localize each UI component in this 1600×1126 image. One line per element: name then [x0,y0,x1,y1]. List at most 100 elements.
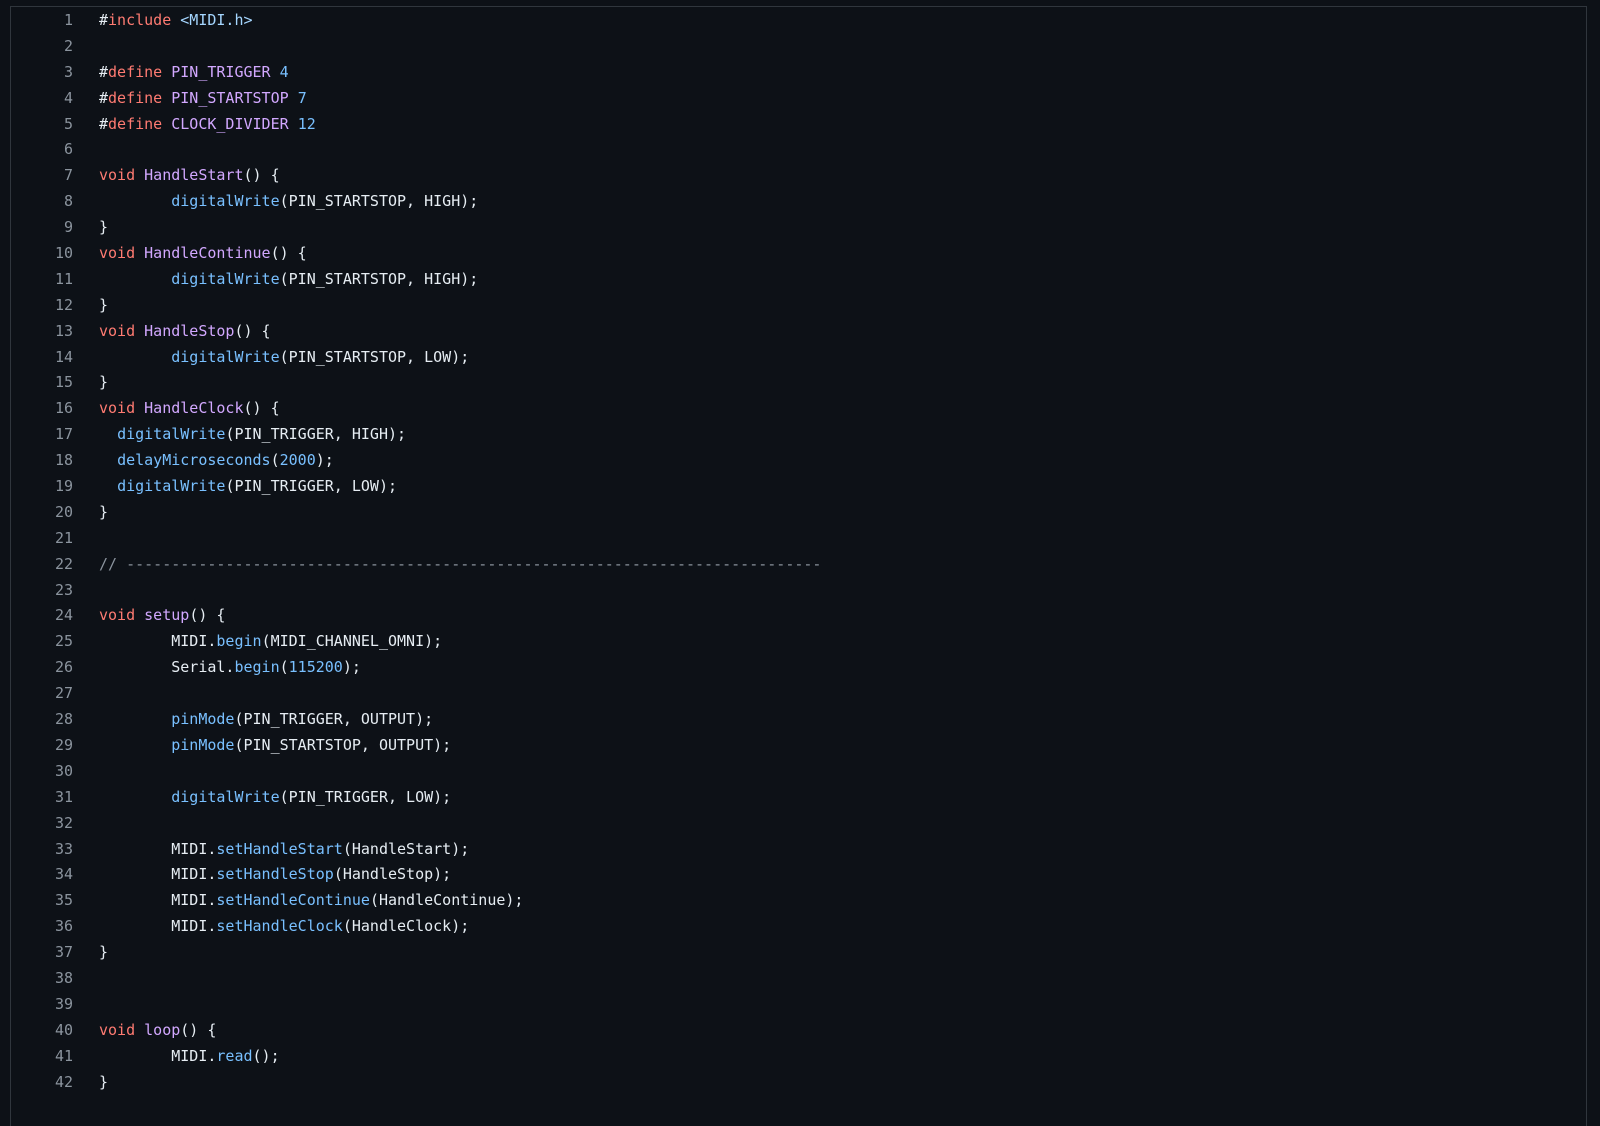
code-token: pinMode [171,710,235,729]
line-content: digitalWrite(PIN_STARTSTOP, LOW); [99,345,469,371]
code-token: digitalWrite [117,477,226,496]
line-number[interactable]: 17 [11,422,73,448]
line-number[interactable]: 24 [11,603,73,629]
code-token: ); [315,451,334,470]
line-number[interactable]: 28 [11,707,73,733]
line-number[interactable]: 27 [11,681,73,707]
line-number[interactable]: 19 [11,474,73,500]
line-number[interactable]: 42 [11,1070,73,1096]
code-token: PIN_STARTSTOP [171,88,289,107]
line-content: } [99,1070,108,1096]
line-number[interactable]: 25 [11,629,73,655]
line-number[interactable]: 9 [11,215,73,241]
line-content: pinMode(PIN_STARTSTOP, OUTPUT); [99,733,451,759]
line-number[interactable]: 4 [11,86,73,112]
line-number[interactable]: 5 [11,112,73,138]
code-token: ); [342,658,361,677]
code-token: setHandleContinue [216,891,370,910]
line-number[interactable]: 6 [11,137,73,163]
code-token: digitalWrite [171,787,280,806]
code-token: setHandleStop [216,865,334,884]
line-number[interactable]: 23 [11,578,73,604]
code-token: define [108,88,163,107]
line-number[interactable]: 33 [11,837,73,863]
code-token: digitalWrite [117,425,226,444]
code-token: digitalWrite [171,269,280,288]
line-content: pinMode(PIN_TRIGGER, OUTPUT); [99,707,433,733]
code-token: setHandleClock [216,917,343,936]
code-token: 4 [279,62,289,81]
code-token: CLOCK_DIVIDER [171,114,289,133]
code-token: # [99,114,109,133]
line-content: } [99,293,108,319]
line-number[interactable]: 35 [11,888,73,914]
line-number[interactable]: 3 [11,60,73,86]
code-token: ( [279,658,289,677]
line-content: void HandleClock() { [99,396,280,422]
line-number[interactable]: 20 [11,500,73,526]
line-number[interactable]: 13 [11,319,73,345]
line-number[interactable]: 38 [11,966,73,992]
line-number[interactable]: 10 [11,241,73,267]
line-content: digitalWrite(PIN_STARTSTOP, HIGH); [99,267,478,293]
code-token: include [108,11,172,29]
line-number[interactable]: 30 [11,759,73,785]
line-number[interactable]: 39 [11,992,73,1018]
line-number[interactable]: 21 [11,526,73,552]
line-number[interactable]: 22 [11,552,73,578]
code-token: void [99,244,136,263]
line-content: digitalWrite(PIN_TRIGGER, LOW); [99,474,397,500]
code-token: (PIN_TRIGGER, OUTPUT); [234,710,434,729]
line-number[interactable]: 7 [11,163,73,189]
line-content: MIDI.setHandleClock(HandleClock); [99,914,469,940]
code-token: } [99,502,109,521]
code-token: pinMode [171,735,235,754]
code-token: (PIN_TRIGGER, HIGH); [225,425,407,444]
code-token: (HandleStop); [333,865,452,884]
line-number[interactable]: 31 [11,785,73,811]
line-number[interactable]: 37 [11,940,73,966]
line-number[interactable]: 29 [11,733,73,759]
code-token: PIN_TRIGGER [171,62,271,81]
code-token: MIDI. [99,632,217,651]
line-number[interactable]: 26 [11,655,73,681]
line-number[interactable]: 8 [11,189,73,215]
code-token: MIDI. [99,865,217,884]
line-number[interactable]: 14 [11,345,73,371]
line-number[interactable]: 15 [11,370,73,396]
line-number[interactable]: 1 [11,8,73,34]
line-number[interactable]: 11 [11,267,73,293]
code-token: () { [243,399,280,418]
line-content: } [99,215,108,241]
line-number[interactable]: 18 [11,448,73,474]
code-token: MIDI. [99,1046,217,1065]
line-number[interactable]: 32 [11,811,73,837]
line-number[interactable]: 16 [11,396,73,422]
line-number[interactable]: 2 [11,34,73,60]
line-content: void HandleStart() { [99,163,280,189]
line-content: MIDI.read(); [99,1044,279,1070]
code-token: delayMicroseconds [117,451,271,470]
line-content: #define PIN_TRIGGER 4 [99,60,289,86]
line-content: delayMicroseconds(2000); [99,448,334,474]
code-token: () { [243,166,280,185]
line-number[interactable]: 40 [11,1018,73,1044]
line-number[interactable]: 12 [11,293,73,319]
line-number[interactable]: 36 [11,914,73,940]
line-content: } [99,500,108,526]
code-token: void [99,606,136,625]
line-number[interactable]: 34 [11,862,73,888]
line-number[interactable]: 41 [11,1044,73,1070]
